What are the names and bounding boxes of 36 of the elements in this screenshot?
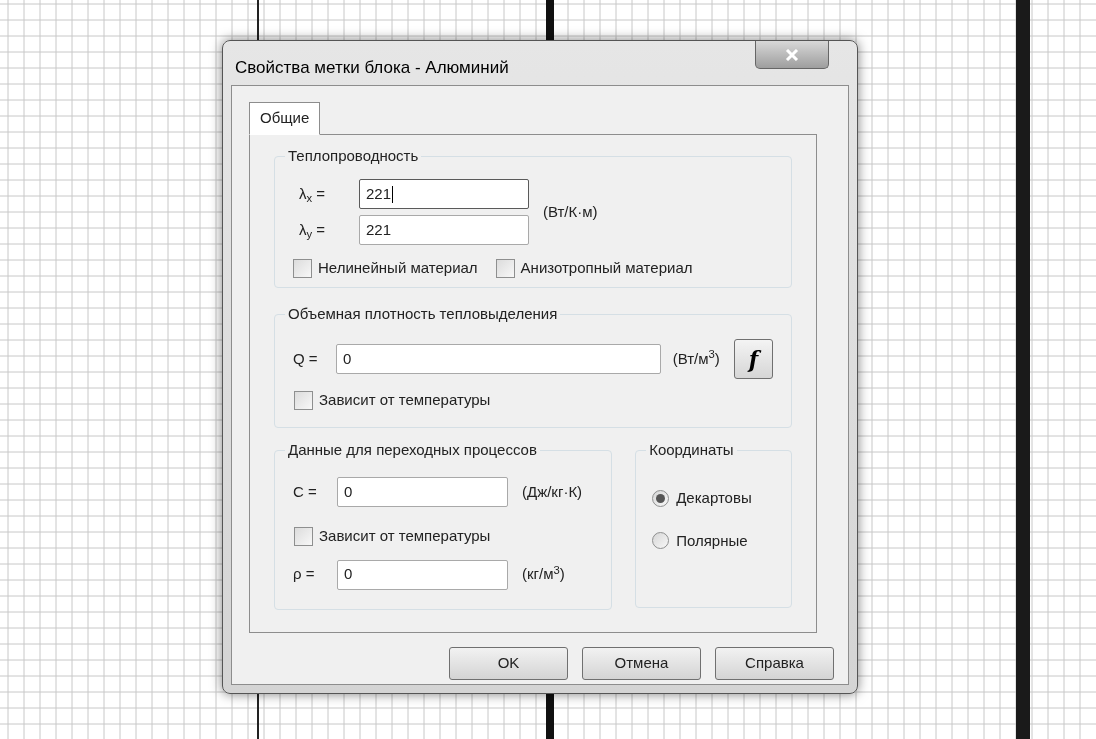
checkbox[interactable]: [495, 258, 515, 278]
text-cursor: [392, 185, 394, 203]
field-label: λ$_{x}$ =: [299, 183, 327, 206]
input-field[interactable]: 0: [337, 477, 508, 507]
field-label: λ$_{y}$ =: [299, 219, 327, 242]
input-field[interactable]: 221: [359, 215, 529, 245]
checkbox-label: Зависит от температуры: [319, 390, 491, 410]
checkbox[interactable]: [293, 258, 312, 278]
checkbox-label: Анизотропный материал: [520, 258, 693, 278]
checkbox-label: Нелинейный материал: [318, 258, 478, 278]
radio-label: Полярные: [676, 530, 748, 551]
unit-label: (Вт/К·м): [543, 201, 598, 222]
checkbox[interactable]: [294, 526, 313, 546]
checkbox[interactable]: [294, 390, 313, 410]
input-field[interactable]: 221: [359, 179, 529, 209]
field-label: C =: [293, 481, 318, 502]
field-label: ρ =: [293, 564, 316, 585]
window-title: Свойства метки блока - Алюминий: [235, 57, 509, 79]
close-icon: [785, 48, 799, 61]
function-button[interactable]: f: [733, 339, 773, 379]
input-field[interactable]: 0: [337, 559, 508, 590]
radio-button[interactable]: [652, 489, 670, 507]
close-button[interactable]: [755, 41, 829, 69]
unit-label: (кг/м$^{3}$): [522, 563, 565, 585]
radio-label: Декартовы: [676, 488, 752, 508]
checkbox-label: Зависит от температуры: [319, 526, 491, 546]
tab[interactable]: Общие: [249, 102, 321, 135]
input-field[interactable]: 0: [336, 344, 661, 374]
dialog-button[interactable]: OK: [449, 647, 568, 680]
dialog-button[interactable]: Справка: [715, 647, 834, 680]
unit-label: (Вт/м$^{3}$): [672, 347, 720, 369]
group-title: Объемная плотность тепловыделения: [285, 304, 561, 324]
field-label: Q =: [293, 348, 319, 369]
dialog-button[interactable]: Отмена: [582, 647, 701, 680]
radio-button[interactable]: [652, 532, 670, 550]
unit-label: (Дж/кг·К): [522, 481, 583, 502]
